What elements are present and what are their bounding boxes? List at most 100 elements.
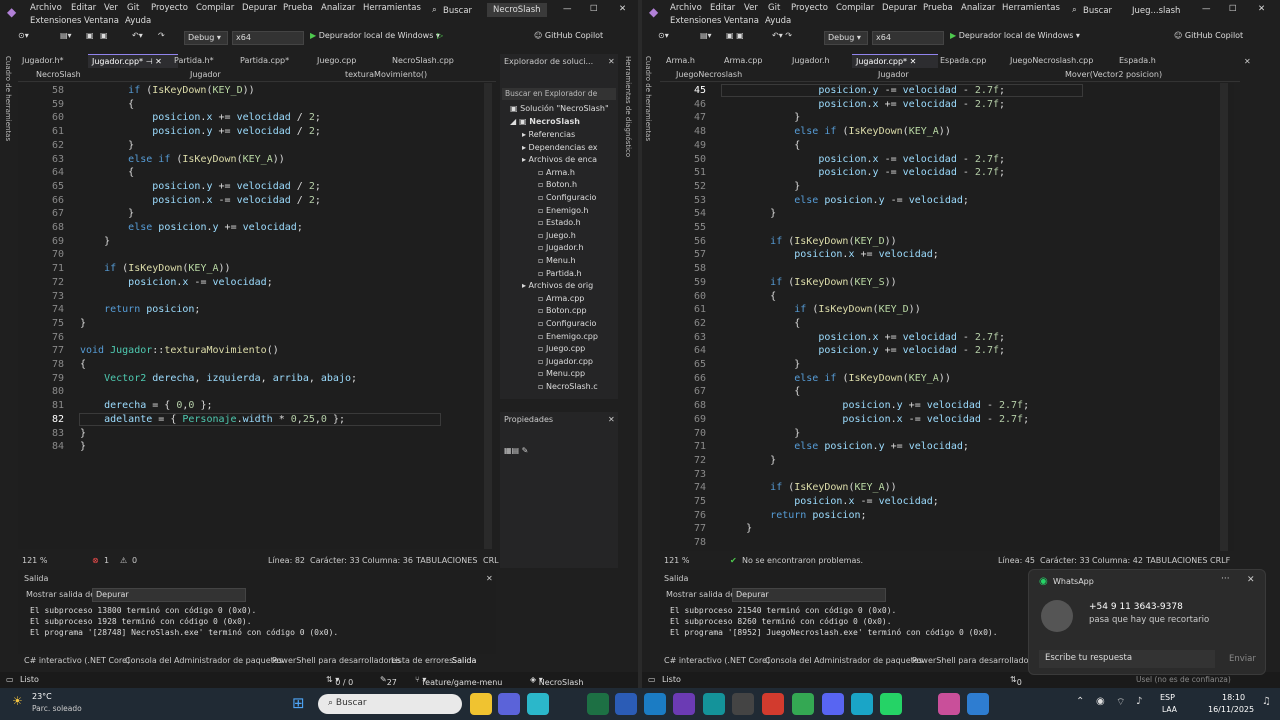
arduino-icon[interactable] xyxy=(703,693,725,715)
code-line[interactable]: derecha = { 0,0 }; xyxy=(80,400,212,411)
explorer-folder[interactable]: ▸ Archivos de orig xyxy=(522,281,593,290)
whatsapp-notification[interactable]: ◉ WhatsApp ··· ✕ +54 9 11 3643-9378 pasa… xyxy=(1028,569,1266,675)
new-file-icon[interactable]: ▤▾ xyxy=(700,31,712,45)
explorer-file[interactable]: ▫ Enemigo.h xyxy=(538,206,588,215)
menu-prueba[interactable]: Prueba xyxy=(283,3,313,13)
vscode-icon[interactable] xyxy=(644,693,666,715)
clock-time[interactable]: 18:10 xyxy=(1222,693,1245,702)
code-line[interactable]: else if (IsKeyDown(KEY_A)) xyxy=(80,154,285,165)
explorer-file[interactable]: ▫ Enemigo.cpp xyxy=(538,332,598,341)
run-button[interactable]: ▶ Depurador local de Windows ▾ xyxy=(950,31,1080,45)
code-line[interactable]: if (IsKeyDown(KEY_S)) xyxy=(722,277,896,288)
warning-count[interactable]: 0 xyxy=(132,556,137,565)
left-code-editor[interactable]: 58 if (IsKeyDown(KEY_D)) 59 {60 posicion.… xyxy=(18,83,492,549)
code-line[interactable]: { xyxy=(722,318,800,329)
repo-indicator[interactable]: ◈ NecroSlash ▾ xyxy=(530,675,583,687)
save-all-icon[interactable]: ▣ xyxy=(100,31,108,45)
start-icon[interactable]: ⊞ xyxy=(292,694,310,712)
code-line[interactable]: posicion.x -= velocidad - 2.7f; xyxy=(722,414,1029,425)
code-line[interactable]: } xyxy=(722,455,776,466)
explorer-file[interactable]: ▫ NecroSlash.c xyxy=(538,382,598,391)
menu-ventana[interactable]: Ventana xyxy=(84,16,119,26)
explorer-file[interactable]: ▫ Jugador.h xyxy=(538,243,584,252)
code-line[interactable]: posicion.x += velocidad - 2.7f; xyxy=(722,99,1005,110)
code-line[interactable]: } xyxy=(80,140,134,151)
nav-project[interactable]: JuegoNecroslash xyxy=(676,70,742,79)
tab-error-list[interactable]: Lista de errores xyxy=(391,656,453,665)
code-line[interactable]: return posicion; xyxy=(80,304,200,315)
tab-powershell[interactable]: PowerShell para desarrolladores xyxy=(912,656,1041,665)
code-line[interactable]: } xyxy=(722,208,776,219)
toast-close-icon[interactable]: ✕ xyxy=(1247,575,1255,585)
vivaldi-icon[interactable] xyxy=(762,693,784,715)
file-explorer-icon[interactable] xyxy=(470,693,492,715)
explorer-file[interactable]: ▫ Juego.h xyxy=(538,231,576,240)
menu-ver[interactable]: Ver xyxy=(104,3,118,13)
undo-icon[interactable]: ↶▾ xyxy=(132,31,143,45)
side-close-icon[interactable]: ✕ xyxy=(1244,57,1251,66)
send-button[interactable]: Enviar xyxy=(1229,654,1256,664)
menu-analizar[interactable]: Analizar xyxy=(321,3,355,13)
tab-arma-h[interactable]: Arma.h xyxy=(662,54,699,68)
nav-scope[interactable]: Jugador xyxy=(190,70,221,79)
code-line[interactable]: { xyxy=(722,386,800,397)
tab-jugador-cpp[interactable]: Jugador.cpp* ✕ xyxy=(852,54,938,68)
minimize-icon[interactable]: — xyxy=(563,4,572,14)
code-line[interactable]: Vector2 derecha, izquierda, arriba, abaj… xyxy=(80,373,357,384)
code-line[interactable]: void Jugador::texturaMovimiento() xyxy=(80,345,279,356)
output-source-select[interactable]: Depurar xyxy=(92,588,246,602)
save-icon[interactable]: ▣ xyxy=(86,31,94,45)
nav-project[interactable]: NecroSlash xyxy=(36,70,81,79)
toolbox-side-label[interactable]: Cuadro de herramientas xyxy=(2,56,12,141)
maximize-icon[interactable]: ☐ xyxy=(1229,4,1237,14)
code-line[interactable]: else if (IsKeyDown(KEY_A)) xyxy=(722,126,951,137)
tab-close-icon[interactable]: ✕ xyxy=(910,57,917,66)
explorer-close-icon[interactable]: ✕ xyxy=(608,57,615,66)
error-count[interactable]: 1 xyxy=(104,556,109,565)
tab-partida-cpp[interactable]: Partida.cpp* xyxy=(236,54,293,68)
back-icon[interactable]: ⊙▾ xyxy=(658,31,669,45)
other-app-icon[interactable] xyxy=(938,693,960,715)
code-line[interactable]: posicion.y += velocidad - 2.7f; xyxy=(722,345,1005,356)
tab-jugador-cpp[interactable]: Jugador.cpp* ⊣ ✕ xyxy=(88,54,178,68)
solution-node[interactable]: ▣ Solución "NecroSlash" xyxy=(510,104,609,113)
chrome-icon[interactable] xyxy=(792,693,814,715)
maximize-icon[interactable]: ☐ xyxy=(590,4,598,14)
tabs-indicator[interactable]: TABULACIONES xyxy=(416,556,477,565)
explorer-folder[interactable]: ▸ Archivos de enca xyxy=(522,155,597,164)
copilot-app-icon[interactable] xyxy=(527,693,549,715)
code-line[interactable]: if (IsKeyDown(KEY_D)) xyxy=(722,236,896,247)
store-icon[interactable] xyxy=(498,693,520,715)
platform-select[interactable]: x64 xyxy=(232,31,304,45)
right-code-editor[interactable]: 45 posicion.y -= velocidad - 2.7f; 46 pos… xyxy=(660,83,1234,551)
sync-indicator[interactable]: ⇅ 0 xyxy=(1010,675,1022,687)
run-nodebug-icon[interactable]: ▷ xyxy=(437,31,443,45)
redo-icon[interactable]: ↷ xyxy=(158,31,165,45)
code-line[interactable]: { xyxy=(722,140,800,151)
explorer-file[interactable]: ▫ Boton.h xyxy=(538,180,577,189)
code-line[interactable]: { xyxy=(80,359,86,370)
code-line[interactable]: posicion.y -= velocidad - 2.7f; xyxy=(721,84,1083,97)
output-close-icon[interactable]: ✕ xyxy=(486,574,493,583)
search-icon[interactable]: ⌕ xyxy=(1072,5,1077,15)
menu-ventana[interactable]: Ventana xyxy=(724,16,759,26)
code-line[interactable]: posicion.y += velocidad / 2; xyxy=(80,181,321,192)
edits-indicator[interactable]: ✎ 27 xyxy=(380,675,397,687)
nav-scope[interactable]: Jugador xyxy=(878,70,909,79)
nav-member[interactable]: texturaMovimiento() xyxy=(345,70,427,79)
explorer-file[interactable]: ▫ Jugador.cpp xyxy=(538,357,593,366)
code-line[interactable]: else posicion.y -= velocidad; xyxy=(722,195,969,206)
discord-icon[interactable] xyxy=(822,693,844,715)
menu-herramientas[interactable]: Herramientas xyxy=(1002,3,1060,13)
code-line[interactable]: } xyxy=(80,428,86,439)
right-editor-scrollbar[interactable] xyxy=(1220,83,1228,551)
tab-package-console[interactable]: Consola del Administrador de paquetes xyxy=(125,656,283,665)
toolbox-side-label[interactable]: Cuadro de herramientas xyxy=(644,56,652,141)
menu-herramientas[interactable]: Herramientas xyxy=(363,3,421,13)
explorer-file[interactable]: ▫ Boton.cpp xyxy=(538,306,587,315)
back-icon[interactable]: ⊙▾ xyxy=(18,31,29,45)
code-line[interactable]: posicion.x -= velocidad / 2; xyxy=(80,195,321,206)
tab-jugador-h[interactable]: Jugador.h xyxy=(788,54,834,68)
tab-espada-h[interactable]: Espada.h xyxy=(1115,54,1160,68)
code-line[interactable]: } xyxy=(722,523,752,534)
